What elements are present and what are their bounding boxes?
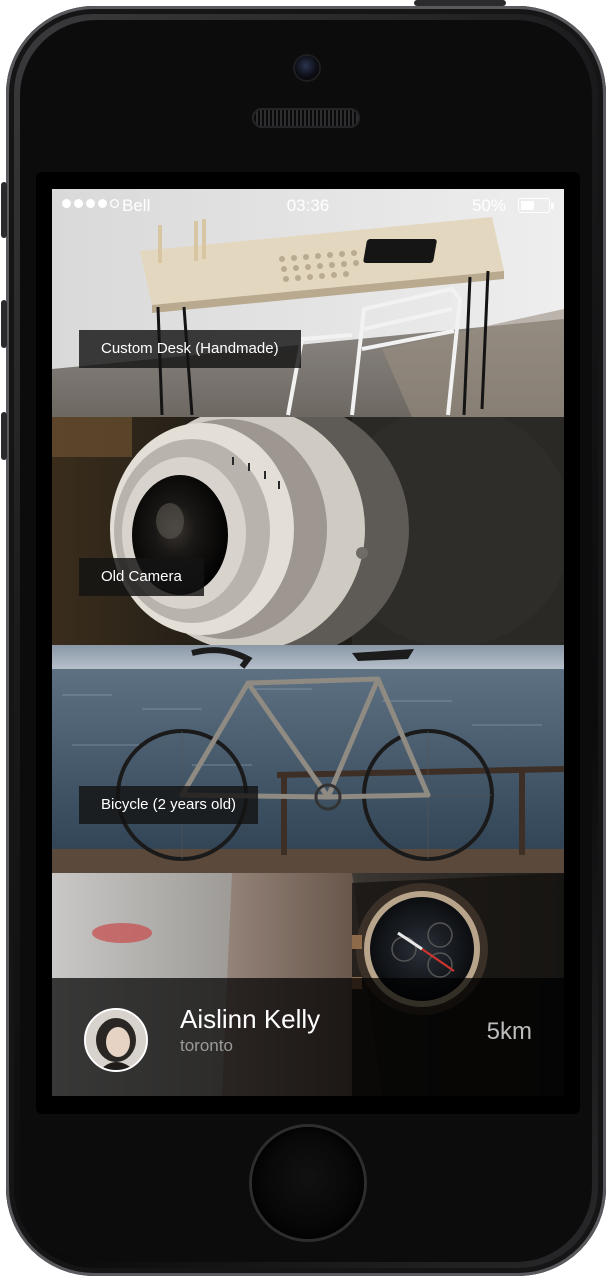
battery-tip [551, 203, 554, 209]
seller-name: Aislinn Kelly [180, 1004, 321, 1034]
bicycle-photo [52, 645, 564, 873]
app-screen: Custom Desk (Handmade) Old Camera Bicycl… [52, 189, 564, 1096]
listing-label-camera: Old Camera [79, 558, 204, 596]
battery-icon [518, 198, 550, 213]
volume-up-button [1, 300, 7, 348]
power-button [414, 0, 506, 6]
camera-photo [52, 417, 564, 645]
listing-card-camera[interactable]: Old Camera [52, 417, 564, 645]
status-bar: Bell 03:36 50% [52, 189, 564, 223]
battery-level-fill [521, 201, 534, 210]
volume-down-button [1, 412, 7, 460]
desk-photo [52, 189, 564, 417]
seller-location: toronto [180, 1036, 233, 1055]
front-camera [295, 56, 319, 80]
avatar[interactable] [84, 1008, 148, 1072]
seller-profile-bar[interactable]: Aislinn Kelly toronto 5km [52, 978, 564, 1096]
listing-label-bicycle: Bicycle (2 years old) [79, 786, 259, 824]
listing-card-bicycle[interactable]: Bicycle (2 years old) [52, 645, 564, 873]
listing-label-desk: Custom Desk (Handmade) [79, 330, 301, 368]
mute-switch [1, 182, 7, 238]
avatar-photo [86, 1010, 146, 1070]
distance-label: 5km [486, 1018, 532, 1045]
earpiece-speaker [252, 108, 360, 128]
battery-percent: 50% [471, 196, 506, 215]
home-button[interactable] [252, 1127, 364, 1239]
listing-card-desk[interactable]: Custom Desk (Handmade) [52, 189, 564, 417]
